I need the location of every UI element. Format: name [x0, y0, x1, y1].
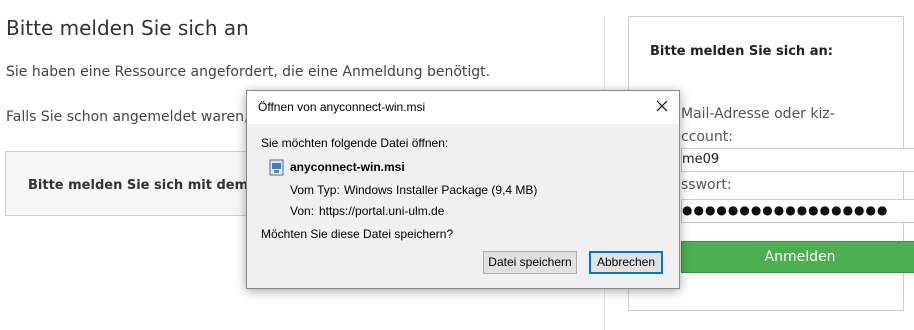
- msi-file-icon: [269, 159, 285, 176]
- from-label: Von:: [290, 204, 315, 218]
- download-dialog: Öffnen von anyconnect-win.msi Sie möchte…: [246, 90, 680, 289]
- type-label: Vom Typ:: [290, 183, 340, 197]
- password-field[interactable]: ●●●●●●●●●●●●●●●●●●: [681, 199, 914, 223]
- open-question: Sie möchten folgende Datei öffnen:: [261, 136, 449, 150]
- form-box-heading: Bitte melden Sie sich mit dem Fo: [28, 178, 270, 193]
- email-label-line2: ccount:: [681, 129, 733, 145]
- type-value: Windows Installer Package (9,4 MB): [344, 183, 538, 197]
- file-name: anyconnect-win.msi: [290, 160, 405, 174]
- save-question: Möchten Sie diese Datei speichern?: [261, 227, 454, 241]
- login-fields: Mail-Adresse oder kiz- ccount: me09 sswo…: [681, 17, 914, 310]
- email-field[interactable]: me09: [681, 148, 914, 172]
- save-file-button[interactable]: Datei speichern: [483, 251, 577, 274]
- dialog-title: Öffnen von anyconnect-win.msi: [258, 100, 426, 114]
- password-label: sswort:: [681, 177, 732, 193]
- info-text: Sie haben eine Ressource angefordert, di…: [6, 64, 491, 80]
- email-label: Mail-Adresse oder kiz- ccount:: [681, 103, 901, 149]
- email-label-line1: Mail-Adresse oder kiz-: [681, 106, 835, 122]
- dialog-body: Sie möchten folgende Datei öffnen: anyco…: [247, 124, 679, 288]
- from-value: https://portal.uni-ulm.de: [319, 204, 445, 218]
- close-icon[interactable]: [653, 96, 671, 116]
- login-button[interactable]: Anmelden: [681, 241, 914, 273]
- info-text-2: Falls Sie schon angemeldet waren, i: [6, 109, 257, 125]
- cancel-button[interactable]: Abbrechen: [589, 251, 663, 274]
- dialog-titlebar[interactable]: Öffnen von anyconnect-win.msi: [247, 91, 679, 124]
- page-title: Bitte melden Sie sich an: [6, 16, 249, 40]
